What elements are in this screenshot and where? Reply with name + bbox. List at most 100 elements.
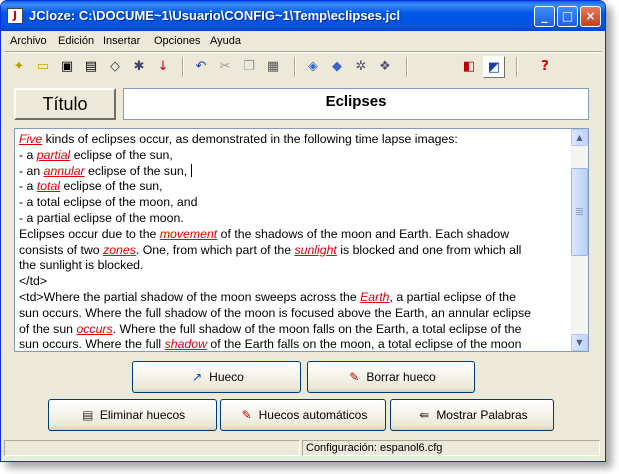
status-bar: Configuración: espanol6.cfg [4,439,602,457]
config-status: Configuración: espanol6.cfg [302,440,600,456]
huecos-automaticos-label: Huecos automáticos [258,408,368,422]
text-line: Eclipses occur due to the movement of th… [19,227,569,243]
web-export-icon[interactable]: ◈ [302,56,324,78]
scroll-up-icon[interactable]: ▲ [571,129,588,146]
save-icon[interactable]: ▣ [56,56,78,78]
gap-word: Five [19,132,43,146]
magic-wand-icon: ✎ [241,408,252,422]
copy-icon[interactable]: ❐ [238,56,260,78]
text-line: - a total eclipse of the sun, [19,179,569,195]
scroll-down-icon[interactable]: ▼ [571,334,588,351]
toolbar-separator [516,57,518,77]
huecos-automaticos-button[interactable]: ✎ Huecos automáticos [220,399,386,431]
title-bar[interactable]: J JCloze: C:\DOCUME~1\Usuario\CONFIG~1\T… [1,1,605,31]
exercise-text-area[interactable]: Five kinds of eclipses occur, as demonst… [14,128,589,352]
cut-icon[interactable]: ✂ [214,56,236,78]
view-icon[interactable]: ◩ [483,56,505,78]
text-span: eclipse of the sun, [60,179,163,194]
app-window: J JCloze: C:\DOCUME~1\Usuario\CONFIG~1\T… [0,0,606,462]
color-icon[interactable]: ◧ [458,56,480,78]
text-line: Five kinds of eclipses occur, as demonst… [19,132,569,148]
menu-opciones[interactable]: Opciones [154,35,200,47]
gap-word: annular [43,163,85,178]
open-icon[interactable]: ▭ [32,56,54,78]
eliminar-huecos-button[interactable]: ▤ Eliminar huecos [48,399,217,431]
mostrar-palabras-button[interactable]: ⇚ Mostrar Palabras [390,399,554,431]
text-span: of the Earth falls on the moon, a total … [206,337,522,352]
gap-icon: ↗ [192,370,203,384]
text-line: consists of two zones. One, from which p… [19,243,569,259]
menu-bar: Archivo Edición Insertar Opciones Ayuda [4,31,604,51]
scroll-thumb[interactable] [571,168,588,256]
paste-icon[interactable]: ▦ [262,56,284,78]
menu-insertar[interactable]: Insertar [103,35,140,47]
minimize-button[interactable]: _ [534,6,555,27]
text-line: <td>Where the partial shadow of the moon… [19,290,569,306]
hueco-button[interactable]: ↗ Hueco [132,361,301,393]
gap-word: sunlight [294,242,337,257]
text-span: kinds of eclipses occur, as demonstrated… [42,132,458,146]
text-span: of the sun [19,321,77,336]
text-line: sun occurs. Where the full shadow of the… [19,337,569,352]
eraser-icon: ✎ [349,370,360,384]
down-arrow-icon[interactable]: ↓ [152,56,174,78]
menu-edicion[interactable]: Edición [58,35,94,47]
toolbar: ✦ ▭ ▣ ▤ ◇ ✱ ↓ ↶ ✂ ❐ ▦ ◈ ◆ ✲ ❖ ◧ ◩ ? [4,54,602,80]
close-button[interactable]: × [580,6,601,27]
text-span: <td>Where the partial shadow of the moon… [19,289,361,304]
text-caret [191,163,193,177]
gap-icon[interactable]: ❖ [374,56,396,78]
text-span: Eclipses occur due to the [19,226,160,241]
text-line: sun occurs. Where the full shadow of the… [19,305,531,320]
text-span: consists of two [19,242,104,257]
text-span: eclipse of the sun, [70,147,173,162]
title-field[interactable]: Eclipses [123,88,589,120]
text-line: - a partial eclipse of the sun, [19,148,569,164]
gap-word: occurs [76,321,113,336]
clear-gaps-icon: ▤ [82,408,94,422]
borrar-hueco-button[interactable]: ✎ Borrar hueco [307,361,475,393]
toolbar-separator [294,57,296,77]
menu-archivo[interactable]: Archivo [10,35,47,47]
toolbar-separator [406,57,408,77]
gap-word: Earth [360,289,390,304]
text-span: . Where the full shadow of the moon fall… [112,321,522,336]
gap-word: zones [103,242,136,257]
vertical-scrollbar[interactable]: ▲ ▼ [571,129,588,351]
text-line: </td> [19,274,48,289]
text-span: of the shadows of the moon and Earth. Ea… [217,226,510,241]
toolbar-divider [4,51,602,53]
undo-icon[interactable]: ↶ [190,56,212,78]
grip-line [576,214,583,215]
eraser-icon[interactable]: ◇ [104,56,126,78]
app-icon[interactable]: J [7,8,23,24]
text-line: of the sun occurs. Where the full shadow… [19,322,569,338]
save-as-icon[interactable]: ▤ [80,56,102,78]
text-span: , a partial eclipse of the [389,289,516,304]
text-span: sun occurs. Where the full [19,337,165,352]
help-icon[interactable]: ? [534,56,556,78]
toolbar-separator [182,57,184,77]
text-line: - a total eclipse of the moon, and [19,195,198,210]
eliminar-huecos-label: Eliminar huecos [99,408,186,422]
text-line: - a partial eclipse of the moon. [19,210,184,225]
settings-icon[interactable]: ✱ [128,56,150,78]
hot-potatoes-icon[interactable]: ◆ [326,56,348,78]
menu-ayuda[interactable]: Ayuda [210,35,241,47]
text-span: - an [19,163,44,178]
hueco-label: Hueco [209,370,244,384]
status-cell-empty [4,440,300,456]
borrar-hueco-label: Borrar hueco [366,370,436,384]
text-line: - an annular eclipse of the sun, [19,163,569,180]
grip-line [576,208,583,209]
text-span: eclipse of the sun, [84,163,188,178]
config-icon[interactable]: ✲ [350,56,372,78]
title-label-button[interactable]: Título [14,88,116,120]
text-span: is blocked and one from which all [336,242,522,257]
maximize-button[interactable]: □ [557,6,578,27]
gap-word: partial [36,147,71,162]
mostrar-palabras-label: Mostrar Palabras [436,408,528,422]
grip-line [576,210,583,211]
gap-word: total [36,179,61,194]
new-icon[interactable]: ✦ [8,56,30,78]
